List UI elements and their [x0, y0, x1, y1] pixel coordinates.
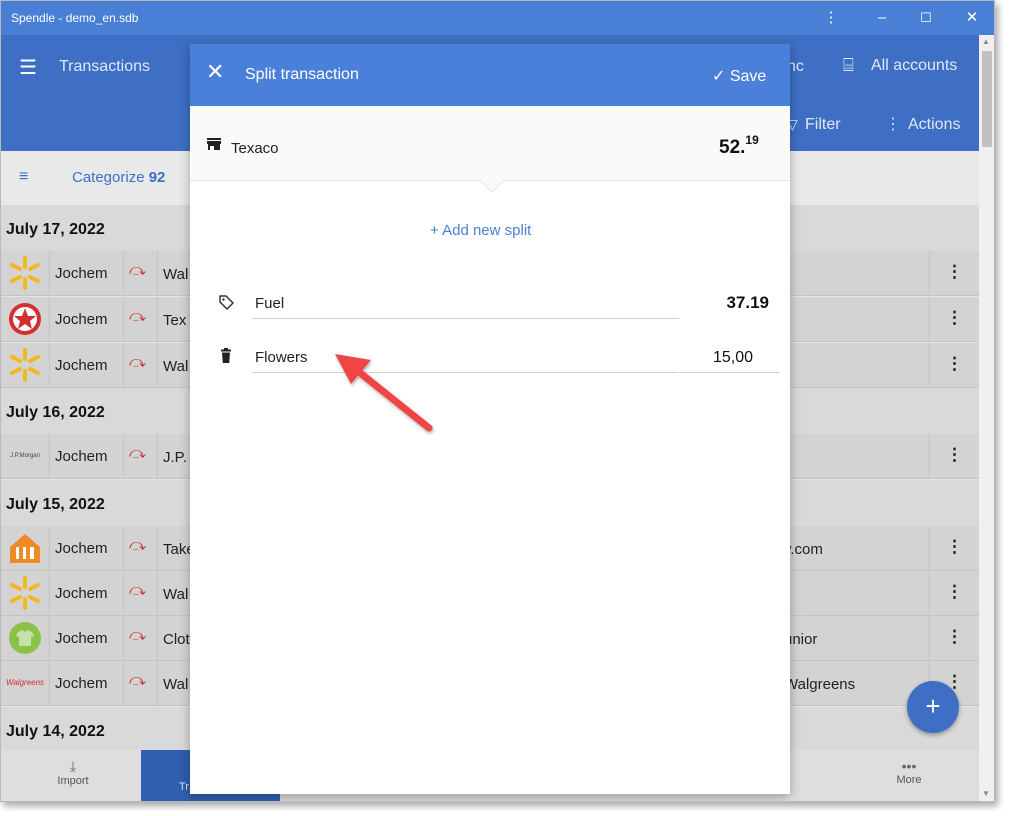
walmart-logo [3, 574, 47, 612]
row-payee: Wal [163, 266, 189, 283]
dialog-payee-name: Texaco [231, 140, 279, 157]
clothing-logo [3, 619, 47, 657]
split-row: Flowers 15,00 [190, 334, 790, 378]
row-menu-icon[interactable]: ⋮ [946, 262, 963, 282]
actions-button[interactable]: Actions [908, 116, 960, 134]
dialog-header: ✕ Split transaction ✓ Save [190, 44, 790, 106]
tag-icon [219, 295, 234, 310]
row-menu-icon[interactable]: ⋮ [946, 537, 963, 557]
walmart-logo [3, 346, 47, 384]
filter-button[interactable]: Filter [805, 116, 841, 134]
dialog-payee-row: Texaco 52.19 [190, 106, 790, 181]
row-menu-icon[interactable]: ⋮ [946, 582, 963, 602]
row-person: Jochem [55, 448, 108, 465]
row-person: Jochem [55, 585, 108, 602]
import-icon: ⤓ [69, 758, 77, 774]
annotation-arrow-icon [335, 354, 433, 432]
row-person: Jochem [55, 265, 108, 282]
close-window-icon[interactable]: ✕ [961, 7, 983, 29]
transfer-icon: ⤼ [129, 537, 147, 554]
split-transaction-dialog: ✕ Split transaction ✓ Save Texaco 52.19 … [190, 44, 790, 794]
all-accounts-button[interactable]: All accounts [871, 57, 957, 75]
jpmorgan-logo: J.P.Morgan [3, 437, 47, 475]
split-amount: 37.19 [726, 293, 769, 312]
transfer-icon: ⤼ [129, 262, 147, 279]
accounts-icon: ⌸ [843, 55, 854, 75]
total-amount-whole: 52. [719, 137, 746, 158]
transfer-icon: ⤼ [129, 672, 147, 689]
walgreens-logo: Walgreens [3, 664, 47, 702]
dialog-total-amount: 52.19 [719, 133, 759, 159]
categorize-label: Categorize [72, 169, 145, 186]
split-category-field[interactable]: Fuel [252, 285, 679, 319]
row-person: Jochem [55, 540, 108, 557]
add-new-split-button[interactable]: + Add new split [430, 222, 531, 239]
walgreens-logo-text: Walgreens [5, 678, 45, 687]
maximize-icon[interactable]: ☐ [915, 7, 937, 29]
row-note: Walgreens [784, 676, 856, 693]
import-nav-button[interactable]: ⤓ Import [53, 758, 93, 787]
window-menu-icon[interactable]: ⋮ [820, 7, 842, 29]
row-payee: J.P. [163, 449, 187, 466]
takeaway-logo [3, 529, 47, 567]
row-person: Jochem [55, 357, 108, 374]
split-category-field[interactable]: Flowers [252, 339, 679, 373]
actions-kebab-icon: ⋮ [885, 116, 901, 133]
row-person: Jochem [55, 675, 108, 692]
transfer-icon: ⤼ [129, 627, 147, 644]
dialog-title: Split transaction [245, 66, 359, 83]
total-amount-cents: 19 [745, 133, 759, 147]
trash-icon[interactable] [218, 348, 234, 364]
app-window: Spendle - demo_en.sdb ⋮ – ☐ ✕ ☰ Transact… [0, 0, 995, 802]
scroll-up-icon[interactable]: ▲ [982, 37, 990, 46]
payee-notch [480, 180, 504, 192]
row-menu-icon[interactable]: ⋮ [946, 445, 963, 465]
transfer-icon: ⤼ [129, 445, 147, 462]
window-title: Spendle - demo_en.sdb [11, 11, 139, 25]
transfer-icon: ⤼ [129, 582, 147, 599]
walmart-logo [3, 254, 47, 292]
scrollbar[interactable]: ▲ ▼ [979, 35, 994, 801]
more-label: More [896, 774, 922, 786]
sort-icon[interactable]: ≡ [19, 168, 28, 186]
row-payee: Wal [163, 676, 189, 693]
row-payee: Wal [163, 358, 189, 375]
categorize-count: 92 [148, 169, 166, 186]
transfer-icon: ⤼ [129, 354, 147, 371]
close-icon[interactable]: ✕ [206, 61, 224, 83]
section-title: Transactions [59, 58, 150, 75]
row-menu-icon[interactable]: ⋮ [946, 354, 963, 374]
row-menu-icon[interactable]: ⋮ [946, 308, 963, 328]
add-transaction-fab[interactable]: + [907, 681, 959, 733]
minimize-icon[interactable]: – [871, 7, 893, 29]
row-payee: Tex [163, 312, 187, 329]
more-nav-button[interactable]: ••• More [889, 758, 929, 786]
hamburger-menu-icon[interactable]: ☰ [19, 55, 37, 80]
scrollbar-thumb[interactable] [982, 51, 992, 147]
row-payee: Wal [163, 586, 189, 603]
split-row: Fuel 37.19 [190, 280, 790, 324]
row-person: Jochem [55, 311, 108, 328]
import-label: Import [57, 775, 89, 787]
save-button[interactable]: ✓ Save [712, 66, 766, 86]
categorize-button[interactable]: Categorize 92 [72, 169, 165, 186]
jpmorgan-logo-text: J.P.Morgan [10, 453, 40, 459]
row-payee: Clot [163, 631, 190, 648]
texaco-logo [3, 300, 47, 338]
transfer-icon: ⤼ [129, 308, 147, 325]
more-dots-icon: ••• [901, 758, 917, 774]
row-menu-icon[interactable]: ⋮ [946, 627, 963, 647]
row-person: Jochem [55, 630, 108, 647]
title-bar: Spendle - demo_en.sdb ⋮ – ☐ ✕ [1, 1, 994, 35]
split-amount-input[interactable]: 15,00 [680, 339, 779, 373]
store-icon [207, 138, 221, 150]
scroll-down-icon[interactable]: ▼ [982, 789, 990, 798]
transactions-nav-label: Tr [179, 781, 189, 793]
